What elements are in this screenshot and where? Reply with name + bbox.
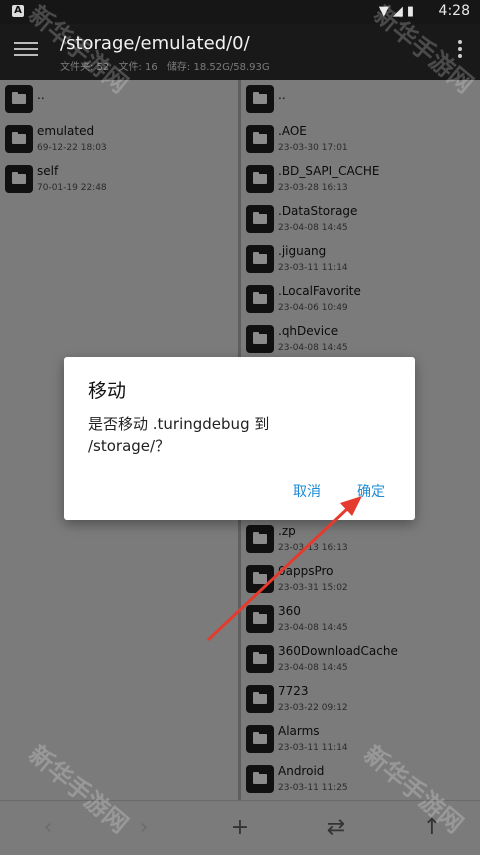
- list-item[interactable]: self 70-01-19 22:48: [0, 160, 238, 200]
- item-date: 23-03-22 09:12: [278, 703, 348, 713]
- item-name: 0appsPro: [278, 564, 334, 578]
- list-item[interactable]: 0appsPro 23-03-31 15:02: [241, 560, 480, 600]
- item-date: 70-01-19 22:48: [37, 183, 107, 193]
- item-name: .AOE: [278, 124, 307, 138]
- list-item[interactable]: .DataStorage 23-04-08 14:45: [241, 200, 480, 240]
- list-item[interactable]: .zp 23-03-13 16:13: [241, 520, 480, 560]
- item-name: .DataStorage: [278, 204, 358, 218]
- folder-icon: [246, 205, 274, 233]
- item-name: self: [37, 164, 59, 178]
- folder-icon: [246, 85, 274, 113]
- item-name: ..: [37, 88, 45, 102]
- item-name: ..: [278, 88, 286, 102]
- item-date: 23-03-30 17:01: [278, 143, 348, 153]
- folder-icon: [246, 165, 274, 193]
- folder-icon: [246, 245, 274, 273]
- item-date: 23-03-13 16:13: [278, 543, 348, 553]
- move-confirm-dialog: 移动 是否移动 .turingdebug 到 /storage/？ 取消 确定: [64, 357, 415, 520]
- item-date: 23-04-08 14:45: [278, 623, 348, 633]
- item-name: emulated: [37, 124, 95, 138]
- item-date: 23-03-11 11:14: [278, 743, 348, 753]
- item-date: 23-03-28 16:13: [278, 183, 348, 193]
- item-name: .BD_SAPI_CACHE: [278, 164, 380, 178]
- folder-icon: [246, 765, 274, 793]
- item-date: 23-03-11 11:25: [278, 783, 348, 793]
- folder-icon: [246, 125, 274, 153]
- item-name: 360: [278, 604, 301, 618]
- item-date: 23-04-08 14:45: [278, 223, 348, 233]
- clock: 4:28: [438, 3, 470, 19]
- item-name: 7723: [278, 684, 309, 698]
- list-item[interactable]: 360DownloadCache 23-04-08 14:45: [241, 640, 480, 680]
- list-item[interactable]: .LocalFavorite 23-04-06 10:49: [241, 280, 480, 320]
- item-date: 23-03-31 15:02: [278, 583, 348, 593]
- forward-icon[interactable]: ›: [129, 815, 159, 840]
- folder-icon: [246, 565, 274, 593]
- swap-panes-icon[interactable]: ⇄: [321, 815, 351, 840]
- item-name: .jiguang: [278, 244, 327, 258]
- item-name: 360DownloadCache: [278, 644, 398, 658]
- dialog-message: 是否移动 .turingdebug 到 /storage/？: [88, 415, 270, 455]
- item-date: 69-12-22 18:03: [37, 143, 107, 153]
- folder-icon: [246, 685, 274, 713]
- folder-icon: [246, 285, 274, 313]
- item-date: 23-03-11 11:14: [278, 263, 348, 273]
- folder-icon: [246, 725, 274, 753]
- folder-icon: [246, 325, 274, 353]
- item-name: Alarms: [278, 724, 320, 738]
- confirm-button[interactable]: 确定: [357, 481, 385, 501]
- list-item[interactable]: 360 23-04-08 14:45: [241, 600, 480, 640]
- list-item[interactable]: Alarms 23-03-11 11:14: [241, 720, 480, 760]
- list-item[interactable]: emulated 69-12-22 18:03: [0, 120, 238, 160]
- folder-icon: [246, 645, 274, 673]
- item-name: .zp: [278, 524, 296, 538]
- folder-icon: [246, 605, 274, 633]
- folder-icon: [5, 85, 33, 113]
- menu-icon[interactable]: [14, 38, 38, 62]
- list-item[interactable]: .AOE 23-03-30 17:01: [241, 120, 480, 160]
- back-icon[interactable]: ‹: [33, 815, 63, 840]
- list-item[interactable]: .BD_SAPI_CACHE 23-03-28 16:13: [241, 160, 480, 200]
- folder-icon: [5, 125, 33, 153]
- item-date: 23-04-08 14:45: [278, 663, 348, 673]
- dialog-title: 移动: [88, 380, 127, 402]
- item-name: Android: [278, 764, 325, 778]
- list-item[interactable]: 7723 23-03-22 09:12: [241, 680, 480, 720]
- bottom-toolbar: ‹ › + ⇄ ↑: [0, 800, 480, 855]
- folder-icon: [5, 165, 33, 193]
- storage-usage: 储存: 18.52G/58.93G: [166, 62, 270, 73]
- item-name: .qhDevice: [278, 324, 339, 338]
- list-item[interactable]: .qhDevice 23-04-08 14:45: [241, 320, 480, 360]
- item-date: 23-04-08 14:45: [278, 343, 348, 353]
- notification-icon: A: [12, 5, 24, 17]
- folder-icon: [246, 525, 274, 553]
- item-name: .LocalFavorite: [278, 284, 361, 298]
- cancel-button[interactable]: 取消: [293, 481, 321, 501]
- add-icon[interactable]: +: [225, 815, 255, 840]
- item-date: 23-04-06 10:49: [278, 303, 348, 313]
- list-item[interactable]: .jiguang 23-03-11 11:14: [241, 240, 480, 280]
